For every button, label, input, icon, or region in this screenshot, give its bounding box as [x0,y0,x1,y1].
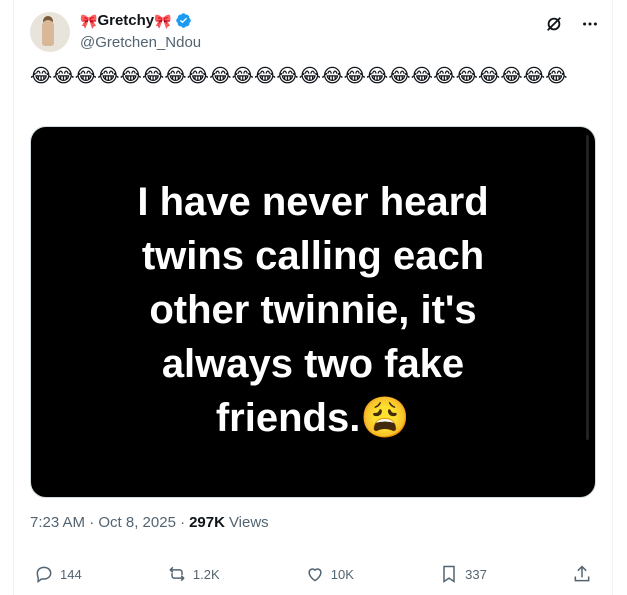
avatar[interactable] [30,12,70,52]
top-actions [544,14,600,34]
more-icon[interactable] [580,14,600,34]
name-prefix-emoji: 🎀 [80,12,98,29]
author-name[interactable]: Gretchy [97,12,154,29]
media-line-4: always two fake [161,342,465,386]
heart-icon [308,568,322,582]
action-bar: 144 1.2K 10K 337 [30,564,596,584]
media-line-3: other twinnie, it's [149,288,477,332]
share-button[interactable] [572,564,592,584]
reply-icon [36,566,52,583]
media-line-5: friends.😩 [215,396,411,440]
repost-count: 1.2K [192,566,220,582]
grok-icon[interactable] [544,14,564,34]
author-handle[interactable]: @Gretchen_Ndou [80,34,201,51]
media-line-2: twins calling each [141,234,485,278]
bookmark-icon [443,565,455,583]
media-scrollbar[interactable] [586,135,589,440]
media-text: I have never heard twins calling each ot… [31,175,595,445]
like-button[interactable]: 10K [305,564,354,584]
verified-badge-icon [175,13,191,28]
like-count: 10K [330,566,354,582]
post-media-image[interactable]: I have never heard twins calling each ot… [30,126,596,498]
author-name-row[interactable]: 🎀 Gretchy 🎀 [80,12,192,29]
reply-button[interactable]: 144 [34,564,82,584]
views-label: Views [228,514,269,531]
post-timestamp[interactable]: 7:23 AM · Oct 8, 2025 · [30,514,185,531]
name-suffix-emoji: 🎀 [154,12,172,29]
reply-count: 144 [60,566,82,582]
views-count: 297K [189,514,225,531]
repost-icon [169,566,185,582]
repost-button[interactable]: 1.2K [167,564,220,584]
post-meta: 7:23 AM · Oct 8, 2025 · 297K Views [30,514,269,531]
media-line-1: I have never heard [137,180,489,224]
bookmark-button[interactable]: 337 [439,564,487,584]
avatar-figure [42,20,54,46]
bookmark-count: 337 [465,566,487,582]
post-text: 😂😂😂😂😂😂😂😂😂😂😂😂😂😂😂😂😂😂😂😂😂😂😂😂 [30,65,568,87]
share-icon [574,565,590,582]
